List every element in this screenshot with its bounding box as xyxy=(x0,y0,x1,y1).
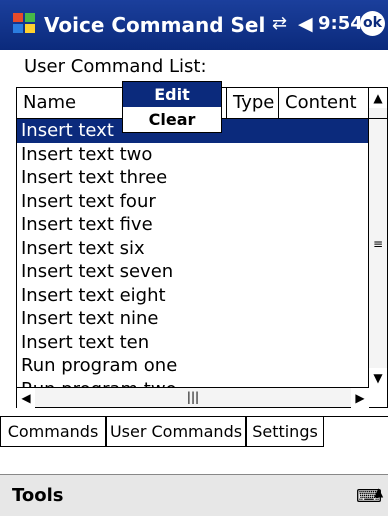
tab-commands[interactable]: Commands xyxy=(0,417,106,447)
tools-menu[interactable]: Tools xyxy=(12,485,64,506)
app-title: Voice Command Sel xyxy=(44,13,266,37)
title-bar: Voice Command Sel ⇄ ◀ 9:54 ok xyxy=(0,0,388,50)
table-row[interactable]: Insert text nine xyxy=(17,307,369,331)
table-row[interactable]: Insert text four xyxy=(17,190,369,214)
context-menu-clear[interactable]: Clear xyxy=(123,107,221,132)
scroll-right-icon[interactable]: ▶ xyxy=(351,388,369,408)
scroll-up-icon[interactable]: ▲ xyxy=(369,88,387,108)
horizontal-scrollbar[interactable]: ◀ ||| ▶ xyxy=(17,387,369,408)
table-row[interactable]: Insert text three xyxy=(17,166,369,190)
command-bar: Tools ⌨ ▲ xyxy=(0,474,388,516)
column-header-content[interactable]: Content xyxy=(279,88,369,118)
tab-settings[interactable]: Settings xyxy=(246,417,324,447)
table-row[interactable]: Insert text eight xyxy=(17,284,369,308)
table-row[interactable]: Insert text ten xyxy=(17,331,369,355)
input-panel-up-icon[interactable]: ▲ xyxy=(374,485,383,499)
connectivity-icon[interactable]: ⇄ xyxy=(272,13,287,34)
table-row[interactable]: Insert text seven xyxy=(17,260,369,284)
user-command-list[interactable]: Name Type Content Insert text Insert tex… xyxy=(16,87,388,408)
context-menu-edit[interactable]: Edit xyxy=(123,82,221,107)
table-row[interactable]: Run program one xyxy=(17,354,369,378)
volume-icon[interactable]: ◀ xyxy=(298,13,313,35)
column-header-type[interactable]: Type xyxy=(227,88,279,118)
table-row[interactable]: Insert text two xyxy=(17,143,369,167)
scroll-down-icon[interactable]: ▼ xyxy=(369,368,387,388)
windows-start-icon[interactable] xyxy=(8,8,40,40)
command-rows: Insert text Insert text two Insert text … xyxy=(17,119,369,401)
ok-button[interactable]: ok xyxy=(360,11,385,36)
tab-user-commands[interactable]: User Commands xyxy=(106,417,246,447)
scroll-left-icon[interactable]: ◀ xyxy=(17,388,35,408)
horizontal-scroll-thumb[interactable]: ||| xyxy=(37,388,349,407)
clock[interactable]: 9:54 xyxy=(318,13,363,34)
tab-strip: Commands User Commands Settings xyxy=(0,416,388,447)
context-menu: Edit Clear xyxy=(122,81,222,133)
user-command-list-label: User Command List: xyxy=(24,56,207,77)
table-row[interactable]: Insert text five xyxy=(17,213,369,237)
table-row[interactable]: Insert text six xyxy=(17,237,369,261)
scroll-thumb[interactable]: ≡ xyxy=(369,118,387,370)
vertical-scrollbar[interactable]: ▲ ≡ ▼ xyxy=(368,88,387,388)
